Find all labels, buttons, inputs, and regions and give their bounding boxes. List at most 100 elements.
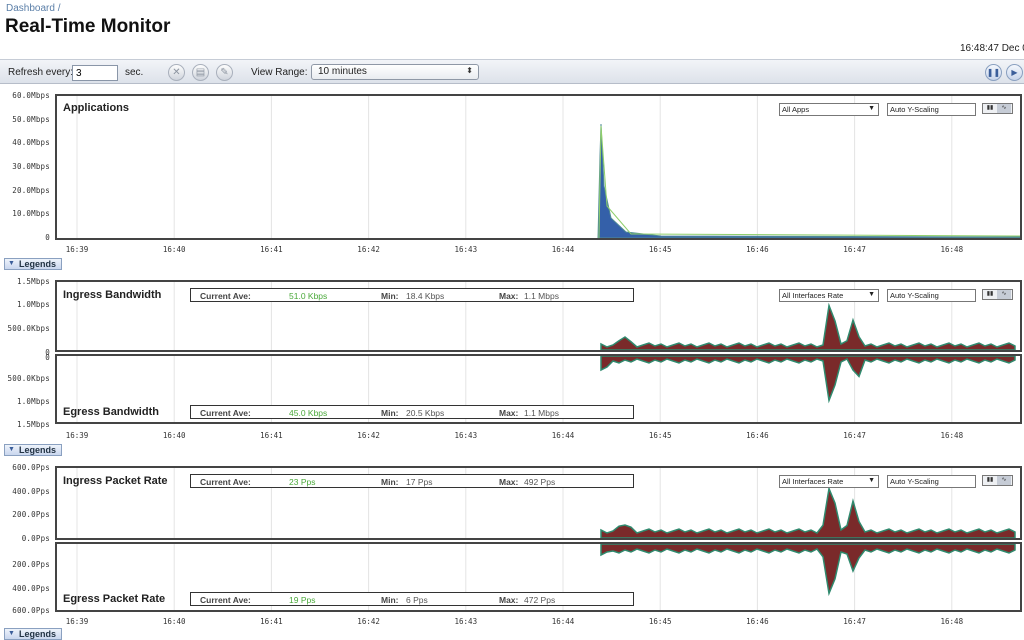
ingress-bandwidth-title: Ingress Bandwidth (63, 289, 162, 301)
y-tick-label: 10.0Mbps (12, 209, 50, 218)
y-tick-label: 200.0Pps (12, 510, 50, 519)
x-tick-label: 16:42 (357, 245, 380, 254)
egress-packet-rate-chart: Egress Packet Rate Current Ave: 19 Pps M… (55, 542, 1022, 612)
packet-rate-legends-toggle[interactable]: ▼ Legends (4, 628, 62, 640)
y-tick-label: 600.0Pps (12, 463, 50, 472)
x-tick-label: 16:48 (940, 245, 964, 254)
stat-current-label: Current Ave: (200, 477, 251, 487)
egress-bandwidth-series (600, 356, 1016, 404)
egress-packet-rate-stats: Current Ave: 19 Pps Min: 6 Pps Max: 472 … (190, 592, 634, 606)
area-chart-icon[interactable]: ∿ (997, 476, 1011, 485)
x-tick-label: 16:45 (648, 617, 672, 626)
packet-rate-chart-type-toggle[interactable]: ▮▮ ∿ (982, 475, 1013, 486)
ingress-bandwidth-stats: Current Ave: 51.0 Kbps Min: 18.4 Kbps Ma… (190, 288, 634, 302)
legends-label: Legends (19, 629, 57, 639)
bandwidth-scaling-select[interactable]: Auto Y-Scaling (887, 289, 976, 302)
stat-current-label: Current Ave: (200, 408, 251, 418)
x-tick-label: 16:42 (357, 617, 380, 626)
ingress-bandwidth-chart: Ingress Bandwidth Current Ave: 51.0 Kbps… (55, 280, 1022, 352)
dropdown-icon: ▼ (868, 291, 875, 298)
stat-current-label: Current Ave: (200, 595, 251, 605)
view-range-label: View Range: (251, 67, 308, 78)
stat-max-value: 492 Pps (524, 477, 556, 487)
egress-packet-rate-title: Egress Packet Rate (63, 593, 166, 605)
x-tick-label: 16:47 (843, 617, 866, 626)
stat-min-value: 18.4 Kbps (406, 291, 445, 301)
stat-min-label: Min: (381, 408, 399, 418)
y-tick-label: 40.0Mbps (12, 138, 50, 147)
stat-max-label: Max: (499, 595, 519, 605)
bar-chart-icon[interactable]: ▮▮ (983, 290, 997, 299)
stat-current-value: 19 Pps (289, 595, 316, 605)
y-tick-label: 0.0Pps (21, 534, 50, 543)
egress-packet-rate-series (600, 544, 1016, 597)
bandwidth-filter-value: All Interfaces Rate (782, 291, 844, 300)
pause-icon[interactable]: ❚❚ (985, 64, 1002, 81)
apps-chart-type-toggle[interactable]: ▮▮ ∿ (982, 103, 1013, 114)
egress-bandwidth-chart: Egress Bandwidth Current Ave: 45.0 Kbps … (55, 354, 1022, 424)
settings-icon[interactable]: ✎ (216, 64, 233, 81)
refresh-unit: sec. (125, 67, 144, 78)
packet-rate-filter-value: All Interfaces Rate (782, 477, 844, 486)
legends-label: Legends (19, 445, 57, 455)
page-title: Real-Time Monitor (5, 16, 171, 37)
area-chart-icon[interactable]: ∿ (997, 104, 1011, 113)
packet-rate-scaling-select[interactable]: Auto Y-Scaling (887, 475, 976, 488)
x-tick-label: 16:43 (454, 245, 478, 254)
bandwidth-legends-toggle[interactable]: ▼ Legends (4, 444, 62, 456)
refresh-label: Refresh every: (8, 67, 74, 78)
y-tick-label: 1.5Mbps (16, 277, 50, 286)
view-range-value: 10 minutes (318, 66, 367, 77)
bar-chart-icon[interactable]: ▮▮ (983, 476, 997, 485)
x-tick-label: 16:44 (551, 245, 575, 254)
bandwidth-chart-type-toggle[interactable]: ▮▮ ∿ (982, 289, 1013, 300)
stat-min-value: 6 Pps (406, 595, 428, 605)
applications-series-2 (598, 125, 1020, 238)
y-tick-label: 500.0Kbps (7, 324, 50, 333)
x-tick-label: 16:46 (746, 431, 769, 440)
x-tick-label: 16:41 (260, 431, 283, 440)
clear-icon[interactable]: ✕ (168, 64, 185, 81)
ingress-packet-rate-series (600, 485, 1016, 538)
stat-max-label: Max: (499, 291, 519, 301)
stat-min-label: Min: (381, 477, 399, 487)
apps-filter-select[interactable]: All Apps ▼ (779, 103, 879, 116)
x-tick-label: 16:45 (648, 431, 672, 440)
x-tick-label: 16:40 (162, 617, 186, 626)
x-tick-label: 16:39 (65, 245, 89, 254)
x-tick-label: 16:44 (551, 617, 575, 626)
stat-max-value: 472 Pps (524, 595, 556, 605)
applications-chart: Applications All Apps ▼ Auto Y-Scaling ▮▮… (55, 94, 1022, 240)
x-tick-label: 16:48 (940, 431, 964, 440)
stat-max-label: Max: (499, 477, 519, 487)
play-icon[interactable]: ▶ (1006, 64, 1023, 81)
egress-bandwidth-stats: Current Ave: 45.0 Kbps Min: 20.5 Kbps Ma… (190, 405, 634, 419)
stat-current-value: 51.0 Kbps (289, 291, 328, 301)
x-tick-label: 16:46 (746, 245, 769, 254)
bandwidth-filter-select[interactable]: All Interfaces Rate ▼ (779, 289, 879, 302)
x-tick-label: 16:45 (648, 245, 672, 254)
y-tick-label: 200.0Pps (12, 560, 50, 569)
area-chart-icon[interactable]: ∿ (997, 290, 1011, 299)
x-tick-label: 16:47 (843, 245, 866, 254)
stat-max-value: 1.1 Mbps (524, 291, 559, 301)
legends-label: Legends (19, 259, 57, 269)
stat-min-value: 20.5 Kbps (406, 408, 445, 418)
stat-current-label: Current Ave: (200, 291, 251, 301)
apps-scaling-select[interactable]: Auto Y-Scaling (887, 103, 976, 116)
stat-current-value: 23 Pps (289, 477, 316, 487)
packet-rate-filter-select[interactable]: All Interfaces Rate ▼ (779, 475, 879, 488)
print-icon[interactable]: ▤ (192, 64, 209, 81)
stat-max-value: 1.1 Mbps (524, 408, 559, 418)
y-tick-label: 600.0Pps (12, 606, 50, 615)
x-tick-label: 16:42 (357, 431, 380, 440)
y-tick-label: 30.0Mbps (12, 162, 50, 171)
x-tick-label: 16:39 (65, 431, 89, 440)
bar-chart-icon[interactable]: ▮▮ (983, 104, 997, 113)
view-range-select[interactable]: 10 minutes ⬍ (311, 64, 479, 80)
dropdown-icon: ▼ (868, 105, 875, 112)
applications-plot (76, 96, 1020, 238)
refresh-interval-input[interactable] (72, 65, 118, 81)
breadcrumb[interactable]: Dashboard / (6, 3, 60, 14)
applications-legends-toggle[interactable]: ▼ Legends (4, 258, 62, 270)
